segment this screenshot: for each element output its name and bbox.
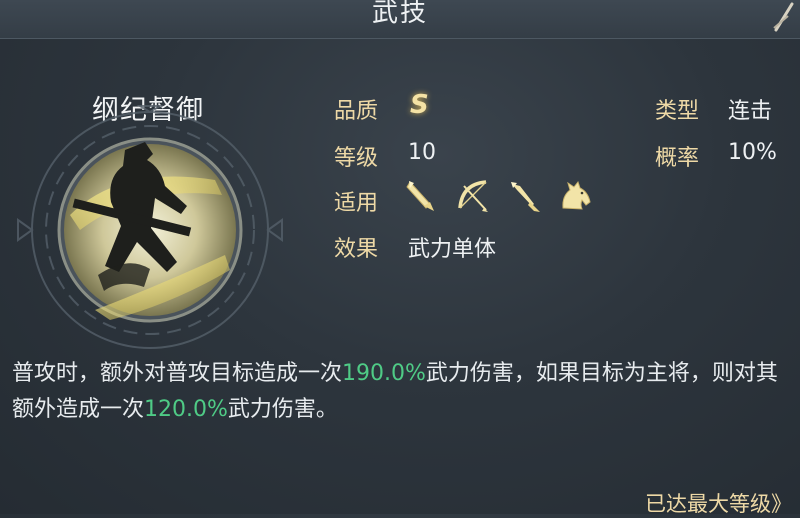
applicable-label: 适用 — [334, 191, 379, 216]
horse-icon — [562, 180, 591, 210]
spear-icon — [511, 182, 540, 212]
skill-emblem — [17, 105, 283, 349]
description-text: 普攻时，额外对普攻目标造成一次 — [12, 361, 343, 386]
skill-description: 普攻时，额外对普攻目标造成一次190.0%武力伤害，如果目标为主将，则对其额外造… — [12, 356, 782, 428]
title-bar: 武技 — [0, 0, 800, 39]
effect-value: 武力单体 — [408, 237, 497, 262]
description-bonus-value: 120.0% — [144, 397, 228, 422]
description-text: 武力伤害。 — [227, 397, 338, 422]
quality-value: S — [410, 90, 429, 120]
close-icon[interactable] — [768, 2, 796, 34]
effect-label: 效果 — [334, 237, 379, 262]
chance-value: 10% — [728, 140, 777, 165]
bow-icon — [458, 180, 488, 212]
description-damage-value: 190.0% — [342, 361, 426, 386]
type-value: 连击 — [728, 99, 773, 124]
chance-label: 概率 — [655, 146, 700, 171]
quality-label: 品质 — [334, 99, 379, 124]
type-label: 类型 — [655, 99, 700, 124]
sword-icon — [406, 181, 434, 211]
page-title: 武技 — [371, 0, 428, 28]
level-label: 等级 — [334, 146, 379, 171]
level-value: 10 — [408, 140, 436, 165]
